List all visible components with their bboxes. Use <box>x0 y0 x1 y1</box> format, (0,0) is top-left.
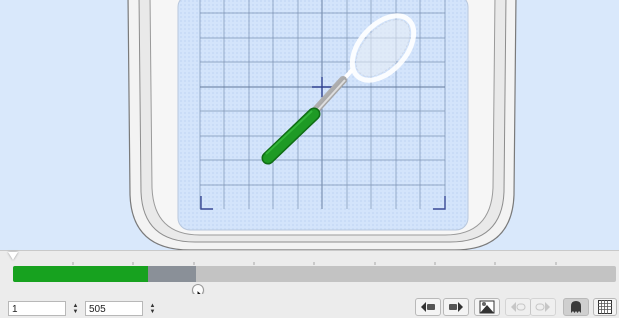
progress-ticks <box>72 262 557 265</box>
ghost-button[interactable] <box>563 298 589 316</box>
embroidery-canvas[interactable] <box>0 0 619 250</box>
hoop-drawing <box>127 0 517 250</box>
fabric-area <box>177 0 469 231</box>
step-forward-icon <box>535 302 550 312</box>
prev-color-button[interactable] <box>415 298 441 316</box>
step-back-icon <box>511 302 526 312</box>
start-stitch-stepper[interactable]: ▲ ▼ <box>71 301 80 316</box>
progress-preview <box>148 266 196 282</box>
next-color-button[interactable] <box>443 298 469 316</box>
rewind-needle-icon <box>421 302 435 312</box>
start-stitch-field[interactable]: 1 <box>8 301 66 316</box>
end-stitch-stepper[interactable]: ▲ ▼ <box>148 301 157 316</box>
stitch-progress-track[interactable] <box>13 266 616 282</box>
grid-pattern-icon <box>598 300 612 314</box>
stepper-down-icon[interactable]: ▼ <box>150 309 156 315</box>
start-slider-thumb[interactable] <box>8 252 18 260</box>
stitch-simulate-icon <box>479 300 495 314</box>
next-stitch-button[interactable] <box>530 298 556 316</box>
prev-stitch-button[interactable] <box>505 298 531 316</box>
end-stitch-field[interactable]: 505 <box>85 301 143 316</box>
stitch-view-button[interactable] <box>474 298 500 316</box>
ghost-icon <box>571 301 581 313</box>
progress-completed <box>13 266 148 282</box>
stepper-down-icon[interactable]: ▼ <box>73 309 79 315</box>
pattern-grid-button[interactable] <box>593 298 617 316</box>
forward-needle-icon <box>449 302 463 312</box>
